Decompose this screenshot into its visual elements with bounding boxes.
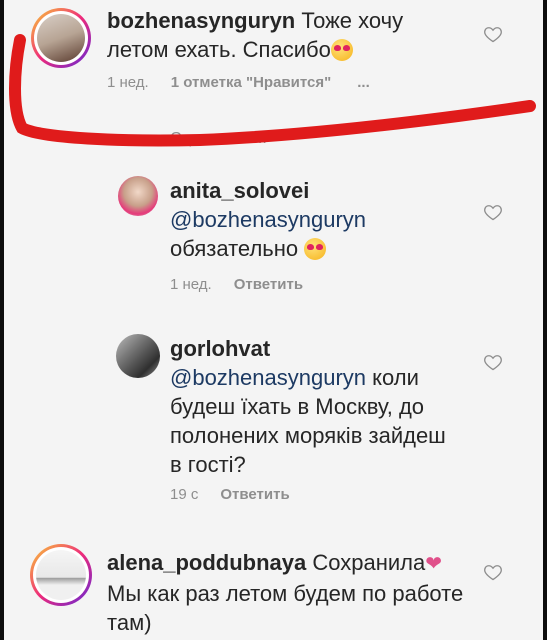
comment-gorlohvat: gorlohvat @bozhenasynguryn коли будеш їх… [0,330,547,510]
comment-body: обязательно [170,236,299,261]
timestamp: 1 нед. [170,276,212,293]
username[interactable]: anita_solovei [170,176,470,205]
heart-eyes-emoji [304,238,327,260]
comment-alena-poddubnaya: alena_poddubnaya Сохранила❤ Мы как раз л… [0,540,547,640]
username[interactable]: alena_poddubnaya [107,550,306,575]
comment-body: Сохранила [306,550,426,575]
reply-button[interactable]: Ответить [234,276,303,293]
comment-meta: 1 нед. Ответить [170,276,303,293]
avatar-ring[interactable] [30,544,92,606]
like-heart-icon[interactable] [483,562,503,582]
red-annotation-stroke [9,34,536,147]
comment-body-continued: Мы как раз летом будем по работе там) [107,581,464,635]
comment-text: anita_solovei @bozhenasynguryn обязатель… [170,176,470,263]
mention-link[interactable]: @bozhenasynguryn [170,365,366,390]
reply-button[interactable]: Ответить [220,486,289,503]
comment-text: gorlohvat @bozhenasynguryn коли будеш їх… [170,334,460,479]
avatar[interactable] [116,334,160,378]
username[interactable]: gorlohvat [170,334,460,363]
mention-link[interactable]: @bozhenasynguryn [170,205,470,234]
pink-heart-emoji: ❤ [425,553,443,575]
like-heart-icon[interactable] [483,352,503,372]
like-heart-icon[interactable] [483,202,503,222]
comment-text: alena_poddubnaya Сохранила❤ Мы как раз л… [107,548,477,637]
avatar [36,550,86,600]
timestamp: 19 с [170,486,199,503]
avatar[interactable] [118,176,158,216]
comment-meta: 19 с Ответить [170,486,290,503]
comment-anita-solovei: anita_solovei @bozhenasynguryn обязатель… [0,170,547,300]
